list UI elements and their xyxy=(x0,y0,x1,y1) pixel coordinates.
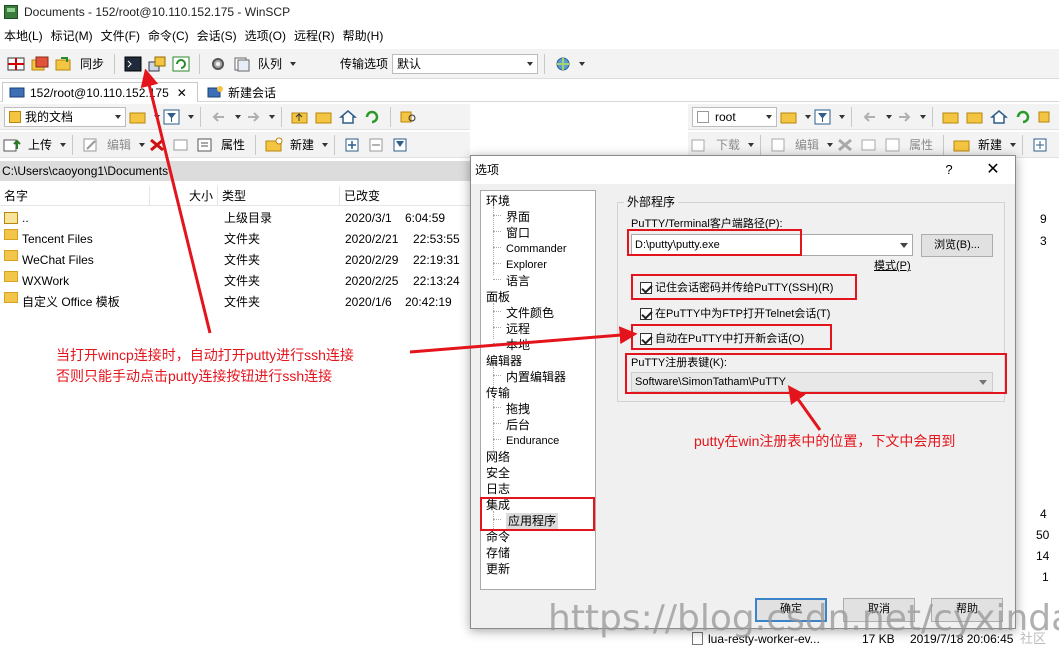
annotation-arrows xyxy=(140,68,822,431)
watermark-url: https://blog.csdn.net/cyxinda xyxy=(548,598,1059,639)
watermark-community: 社区 xyxy=(1020,631,1047,646)
annotation-note-1a: 当打开wincp连接时，自动打开putty进行ssh连接 xyxy=(56,347,354,363)
annotation-note-1b: 否则只能手动点击putty连接按钮进行ssh连接 xyxy=(56,368,333,384)
arrow-to-registry xyxy=(787,385,822,431)
annotation-note-2: putty在win注册表中的位置，下文中会用到 xyxy=(694,433,956,449)
arrow-to-auto-open xyxy=(409,326,638,354)
arrow-to-putty-button xyxy=(140,68,212,334)
